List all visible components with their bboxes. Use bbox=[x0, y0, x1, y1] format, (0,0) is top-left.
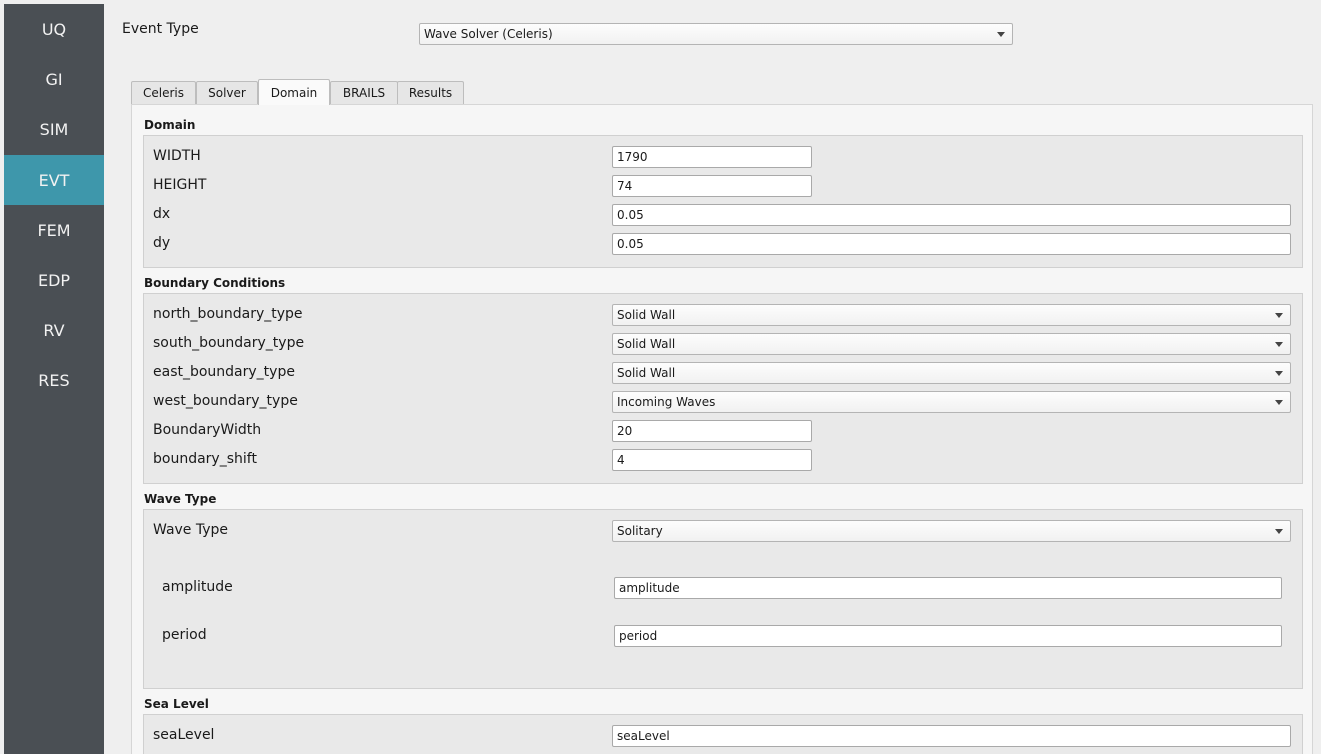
tab-celeris[interactable]: Celeris bbox=[131, 81, 196, 104]
tab-domain[interactable]: Domain bbox=[258, 79, 330, 105]
chevron-down-icon bbox=[1275, 342, 1283, 347]
chevron-down-icon bbox=[1275, 313, 1283, 318]
north-boundary-value: Solid Wall bbox=[617, 308, 676, 322]
east-boundary-value: Solid Wall bbox=[617, 366, 676, 380]
chevron-down-icon bbox=[1275, 529, 1283, 534]
width-input[interactable] bbox=[612, 146, 812, 168]
event-type-select[interactable]: Wave Solver (Celeris) bbox=[419, 23, 1013, 45]
dy-label: dy bbox=[153, 235, 171, 251]
sidebar-item-res[interactable]: RES bbox=[4, 355, 104, 405]
sidebar-item-edp[interactable]: EDP bbox=[4, 255, 104, 305]
period-input[interactable] bbox=[614, 625, 1282, 647]
sidebar-item-uq[interactable]: UQ bbox=[4, 4, 104, 54]
wave-section-title: Wave Type bbox=[144, 492, 217, 506]
dy-input[interactable] bbox=[612, 233, 1291, 255]
amplitude-label: amplitude bbox=[162, 579, 233, 595]
chevron-down-icon bbox=[997, 32, 1005, 37]
domain-section-title: Domain bbox=[144, 118, 196, 132]
event-type-label: Event Type bbox=[122, 21, 199, 37]
boundary-shift-input[interactable] bbox=[612, 449, 812, 471]
north-boundary-select[interactable]: Solid Wall bbox=[612, 304, 1291, 326]
sea-section-title: Sea Level bbox=[144, 697, 209, 711]
sidebar-item-fem[interactable]: FEM bbox=[4, 205, 104, 255]
width-label: WIDTH bbox=[153, 148, 201, 164]
boundary-width-label: BoundaryWidth bbox=[153, 422, 262, 438]
wave-type-label: Wave Type bbox=[153, 522, 229, 538]
sea-level-input[interactable] bbox=[612, 725, 1291, 747]
tab-solver[interactable]: Solver bbox=[196, 81, 258, 104]
amplitude-input[interactable] bbox=[614, 577, 1282, 599]
wave-type-select[interactable]: Solitary bbox=[612, 520, 1291, 542]
south-boundary-select[interactable]: Solid Wall bbox=[612, 333, 1291, 355]
sea-level-label: seaLevel bbox=[153, 727, 215, 743]
chevron-down-icon bbox=[1275, 400, 1283, 405]
sidebar-item-rv[interactable]: RV bbox=[4, 305, 104, 355]
boundary-width-input[interactable] bbox=[612, 420, 812, 442]
boundary-section-title: Boundary Conditions bbox=[144, 276, 286, 290]
sidebar-item-evt[interactable]: EVT bbox=[4, 155, 104, 205]
wave-type-value: Solitary bbox=[617, 524, 663, 538]
sidebar-item-sim[interactable]: SIM bbox=[4, 104, 104, 154]
west-boundary-label: west_boundary_type bbox=[153, 393, 298, 409]
chevron-down-icon bbox=[1275, 371, 1283, 376]
west-boundary-value: Incoming Waves bbox=[617, 395, 716, 409]
east-boundary-label: east_boundary_type bbox=[153, 364, 295, 380]
sidebar: UQ GI SIM EVT FEM EDP RV RES bbox=[4, 4, 104, 754]
sidebar-item-gi[interactable]: GI bbox=[4, 54, 104, 104]
east-boundary-select[interactable]: Solid Wall bbox=[612, 362, 1291, 384]
dx-input[interactable] bbox=[612, 204, 1291, 226]
height-input[interactable] bbox=[612, 175, 812, 197]
height-label: HEIGHT bbox=[153, 177, 207, 193]
boundary-shift-label: boundary_shift bbox=[153, 451, 257, 467]
south-boundary-label: south_boundary_type bbox=[153, 335, 305, 351]
south-boundary-value: Solid Wall bbox=[617, 337, 676, 351]
event-type-value: Wave Solver (Celeris) bbox=[424, 27, 553, 41]
dx-label: dx bbox=[153, 206, 171, 222]
west-boundary-select[interactable]: Incoming Waves bbox=[612, 391, 1291, 413]
north-boundary-label: north_boundary_type bbox=[153, 306, 303, 322]
tab-results[interactable]: Results bbox=[397, 81, 464, 104]
tab-brails[interactable]: BRAILS bbox=[330, 81, 398, 104]
period-label: period bbox=[162, 627, 207, 643]
